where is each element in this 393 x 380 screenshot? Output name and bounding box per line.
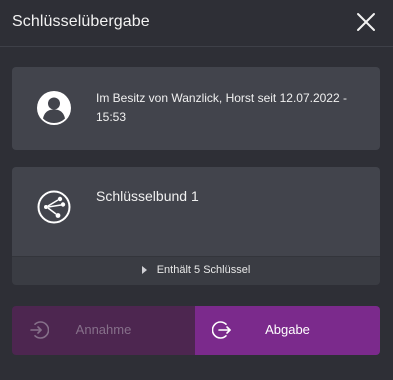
bundle-name: Schlüsselbund 1 (96, 188, 199, 204)
abgabe-label: Abgabe (265, 322, 310, 337)
keys-count-label: Enthält 5 Schlüssel (156, 264, 251, 276)
keys-expander[interactable]: Enthält 5 Schlüssel (12, 256, 380, 285)
dialog-header: Schlüsselübergabe (0, 0, 393, 47)
person-avatar-icon (36, 90, 72, 126)
owner-card: Im Besitz von Wanzlick, Horst seit 12.07… (12, 67, 380, 150)
annahme-label: Annahme (75, 322, 132, 337)
owner-info-text: Im Besitz von Wanzlick, Horst seit 12.07… (96, 91, 347, 124)
caret-right-icon (141, 266, 147, 274)
abgabe-button[interactable]: Abgabe (195, 306, 380, 355)
action-buttons: Annahme Abgabe (12, 306, 380, 355)
key-bundle-icon (36, 189, 72, 225)
annahme-button[interactable]: Annahme (12, 306, 195, 355)
close-icon[interactable] (355, 11, 377, 33)
key-bundle-card: Schlüsselbund 1 Enthält 5 Schlüssel (12, 167, 380, 285)
key-handover-dialog: Schlüsselübergabe Im Besitz von Wanzlick… (0, 0, 393, 380)
dialog-title: Schlüsselübergabe (12, 13, 150, 30)
